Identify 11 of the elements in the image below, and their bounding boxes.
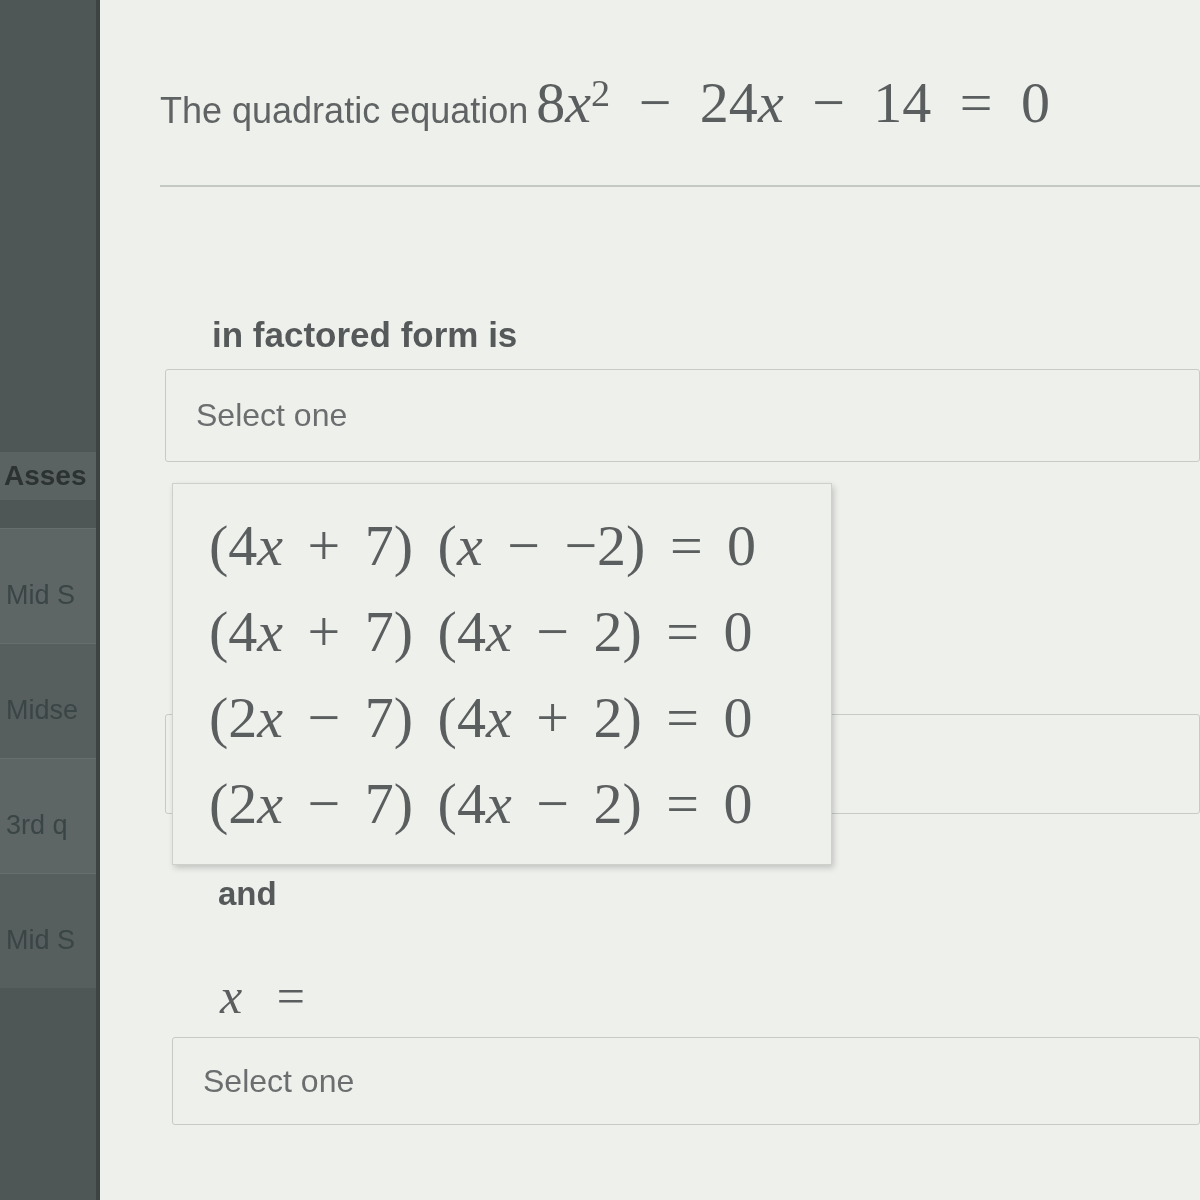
and-label: and: [218, 874, 277, 907]
dropdown-option[interactable]: (4x + 7) (x − −2) = 0: [173, 502, 831, 588]
dropdown-option[interactable]: (2x − 7) (4x + 2) = 0: [173, 674, 831, 760]
equation-text: 8x$^{2}$ − 24x − 14 = 0: [536, 69, 1051, 137]
prompt-label: in factored form is: [212, 314, 518, 349]
select-field[interactable]: Select one: [165, 369, 1200, 462]
question-text: The quadratic equation: [160, 89, 529, 133]
select-field[interactable]: Select one: [172, 1037, 1200, 1125]
dropdown-option[interactable]: (2x − 7) (4x − 2) = 0: [173, 760, 831, 846]
dropdown-option[interactable]: (4x + 7) (4x − 2) = 0: [173, 588, 831, 674]
equation-text: x =: [220, 967, 305, 1013]
